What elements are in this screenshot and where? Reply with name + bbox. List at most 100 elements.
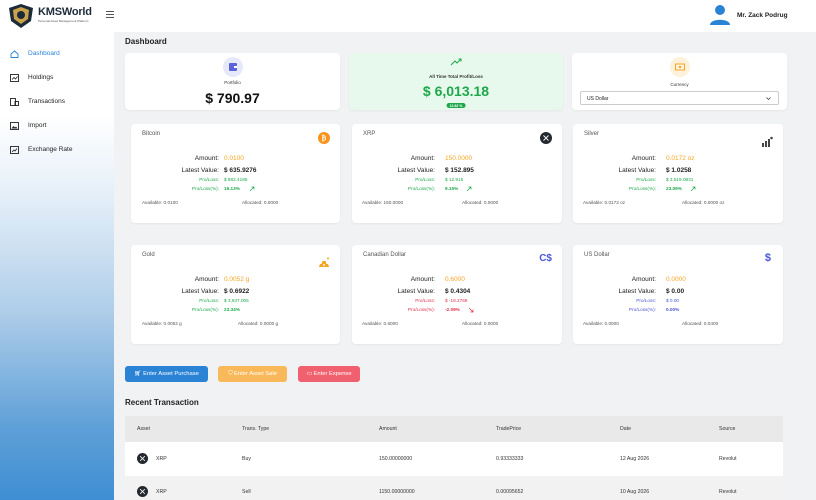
card-icon: ▭ [306, 371, 314, 377]
menu-toggle-icon[interactable] [106, 11, 114, 19]
profit-loss-label: Pro/Loss: [415, 177, 435, 182]
sidebar-item-exchange-rate[interactable]: Exchange Rate [0, 140, 114, 160]
profit-loss-value: $ 3,637.005 [224, 298, 249, 303]
column-header-asset[interactable]: Asset [137, 426, 150, 432]
table-row[interactable]: XRP Sell 1150.00000000 0.00095652 10 Aug… [125, 476, 783, 500]
asset-card-canadian-dollar[interactable]: Canadian Dollar C$ Amount: 0.6000 Latest… [352, 245, 562, 344]
asset-name: Canadian Dollar [363, 252, 407, 258]
profit-loss-label: Pro/Loss: [636, 298, 656, 303]
amount-value: 0.0000 [666, 276, 686, 283]
latest-value: $ 0.6922 [224, 288, 250, 295]
sidebar-item-transactions[interactable]: Transactions [0, 92, 114, 112]
cell-source: Revolut [719, 489, 737, 495]
column-header-source[interactable]: Source [719, 426, 735, 432]
sidebar-item-label: Transactions [28, 98, 65, 105]
profit-loss-label: All Time Total Profit/Loss [429, 74, 483, 79]
button-label: Enter Asset Sale [234, 371, 277, 377]
amount-value: 0.0172 oz [666, 155, 695, 162]
arrow-up-right-icon [690, 186, 696, 192]
column-header-trade-price[interactable]: TradePrice [496, 426, 521, 432]
profit-loss-percent-value: 23.09% [666, 186, 682, 191]
profit-loss-percent-value: 23.34% [224, 307, 240, 312]
enter-expense-button[interactable]: ▭ Enter Expense [298, 366, 360, 382]
profit-loss-label: Pro/Loss: [636, 177, 656, 182]
asset-name: Bitcoin [142, 131, 161, 137]
allocated-text: Allocated: 0.0000 [462, 321, 499, 326]
user-name[interactable]: Mr. Zack Podrug [737, 12, 788, 19]
profit-loss-label: Pro/Loss: [199, 298, 219, 303]
logo-text: KMSWorld [38, 6, 92, 18]
cash-icon [669, 57, 690, 77]
available-text: Available: 0.6000 [362, 321, 398, 326]
allocated-text: Allocated: 0.0000 [242, 200, 279, 205]
profit-loss-percent-label: Pro/Loss(%): [628, 186, 656, 191]
column-header-amount[interactable]: Amount [379, 426, 397, 432]
enter-asset-purchase-button[interactable]: 🛒︎ Enter Asset Purchase [125, 366, 208, 382]
column-header-date[interactable]: Date [620, 426, 631, 432]
image-icon [10, 122, 19, 130]
currency-card: Currency US Dollar [572, 53, 787, 110]
latest-value-label: Latest Value: [181, 167, 219, 174]
profit-loss-label: Pro/Loss: [415, 298, 435, 303]
svg-text:₿: ₿ [322, 135, 327, 143]
trend-up-icon [450, 58, 462, 66]
cad-icon: C$ [539, 253, 552, 264]
allocated-text: Allocated: 0.0400 [682, 321, 719, 326]
profit-loss-percent-value: 16.13% [224, 186, 240, 191]
table-header: Asset Trans. Type Amount TradePrice Date… [125, 416, 783, 442]
asset-name: US Dollar [584, 252, 610, 258]
home-icon [10, 50, 19, 58]
profit-loss-percent-label: Pro/Loss(%): [407, 307, 435, 312]
asset-card-bitcoin[interactable]: Bitcoin ₿ Amount: 0.0100 Latest Value: $… [131, 124, 340, 223]
profit-loss-value: $ 3,519.0831 [666, 177, 694, 182]
profit-loss-percent-label: Pro/Loss(%): [628, 307, 656, 312]
profit-loss-percent-value: 9.15% [445, 186, 459, 191]
sidebar-item-label: Dashboard [28, 50, 60, 57]
amount-label: Amount: [631, 276, 656, 283]
profit-loss-value: $ 882.4185 [224, 177, 248, 182]
asset-card-gold[interactable]: Gold Amount: 0.0052 g Latest Value: $ 0.… [131, 245, 340, 344]
available-text: Available: 0.0000 [583, 321, 619, 326]
arrow-up-right-icon [249, 186, 255, 192]
cell-source: Revolut [719, 456, 737, 462]
profit-loss-percent-label: Pro/Loss(%): [407, 186, 435, 191]
latest-value: $ 0.00 [666, 288, 685, 295]
allocated-text: Allocated: 0.0000 [462, 200, 499, 205]
allocated-text: Allocated: 0.0000 g [238, 321, 279, 326]
user-avatar-icon[interactable] [709, 3, 731, 25]
arrow-up-right-icon [466, 186, 472, 192]
table-row[interactable]: XRP Buy 150.00000000 0.93333333 12 Aug 2… [125, 442, 783, 476]
available-text: Available: 0.0100 [142, 200, 178, 205]
cart-icon: 🛒︎ [134, 371, 144, 377]
enter-asset-sale-button[interactable]: ⛉ Enter Asset Sale [218, 366, 287, 382]
kmsworld-logo[interactable] [7, 3, 35, 29]
asset-card-us-dollar[interactable]: US Dollar $ Amount: 0.0000 Latest Value:… [573, 245, 783, 344]
asset-name: Gold [142, 252, 155, 258]
xrp-icon [137, 453, 148, 464]
sidebar: Dashboard Holdings Transactions Import E… [0, 32, 114, 500]
currency-select[interactable]: US Dollar [580, 91, 779, 105]
page-title: Dashboard [125, 37, 167, 46]
latest-value-label: Latest Value: [397, 288, 435, 295]
available-text: Available: 0.0172 oz [583, 200, 626, 205]
transactions-icon [10, 98, 19, 106]
asset-card-silver[interactable]: Silver Amount: 0.0172 oz Latest Value: $… [573, 124, 783, 223]
latest-value-label: Latest Value: [397, 167, 435, 174]
asset-name: Silver [584, 131, 600, 137]
profit-loss-value: $ -18.2769 [445, 298, 468, 303]
profit-loss-percent-label: Pro/Loss(%): [191, 307, 219, 312]
arrow-down-right-icon [468, 307, 474, 313]
column-header-trans-type[interactable]: Trans. Type [242, 426, 269, 432]
sidebar-item-holdings[interactable]: Holdings [0, 68, 114, 88]
asset-card-xrp[interactable]: XRP Amount: 150.0000 Latest Value: $ 152… [352, 124, 562, 223]
currency-label: Currency [670, 82, 689, 87]
chevron-down-icon [766, 97, 771, 100]
sidebar-item-import[interactable]: Import [0, 116, 114, 136]
profit-loss-percent-value: -2.09% [445, 307, 460, 312]
available-text: Available: 0.0052 g [142, 321, 182, 326]
cell-date: 12 Aug 2026 [620, 456, 650, 462]
portfolio-card: Portfolio $ 790.97 [125, 53, 340, 110]
sidebar-item-dashboard[interactable]: Dashboard [0, 44, 114, 64]
profit-loss-percent-value: 0.00% [666, 307, 680, 312]
amount-label: Amount: [194, 276, 219, 283]
